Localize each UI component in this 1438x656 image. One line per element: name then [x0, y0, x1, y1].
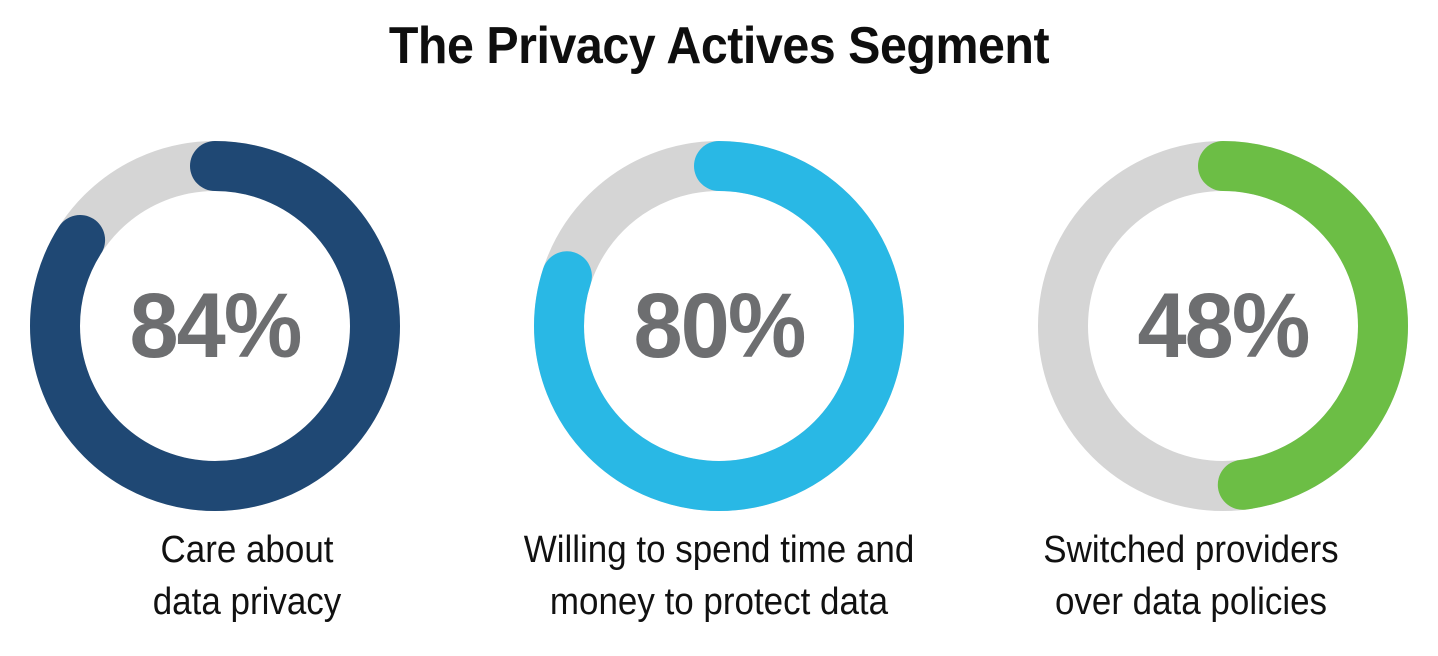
- donut-chart-willing-to-spend: 80%: [534, 141, 904, 511]
- caption-line-2: data privacy: [152, 581, 342, 623]
- captions-row: Care about data privacy Willing to spend…: [0, 524, 1438, 644]
- donut-chart-switched-providers: 48%: [1038, 141, 1408, 511]
- page-title: The Privacy Actives Segment: [388, 17, 1050, 75]
- donut-charts-row: 84% 80% 48%: [0, 140, 1438, 520]
- caption-line-2: over data policies: [1054, 581, 1328, 623]
- chart-cell-switched-providers: 48%: [1038, 140, 1408, 512]
- donut-chart-care-about-data-privacy: 84%: [30, 141, 400, 511]
- caption-line-2: money to protect data: [549, 581, 889, 623]
- caption-switched-providers: Switched providers over data policies: [977, 524, 1406, 628]
- caption-willing-to-spend: Willing to spend time and money to prote…: [505, 524, 934, 628]
- caption-line-1: Willing to spend time and: [523, 529, 915, 571]
- caption-line-1: Care about: [160, 529, 334, 571]
- privacy-actives-infographic: The Privacy Actives Segment 84% 80% 48% …: [0, 0, 1438, 656]
- chart-cell-willing-to-spend: 80%: [534, 140, 904, 512]
- caption-line-1: Switched providers: [1043, 529, 1339, 571]
- chart-cell-care-about-data-privacy: 84%: [30, 140, 400, 512]
- caption-care-about-data-privacy: Care about data privacy: [33, 524, 462, 628]
